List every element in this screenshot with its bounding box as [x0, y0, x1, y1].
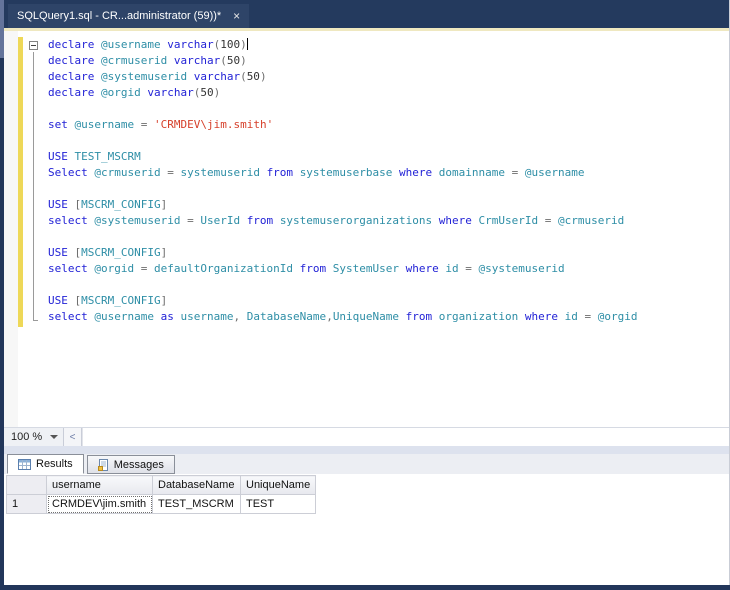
- tab-results[interactable]: Results: [7, 454, 84, 474]
- collapse-region-icon[interactable]: [29, 41, 38, 50]
- outline-guide-line: [33, 52, 34, 321]
- outline-guide-end: [33, 320, 38, 321]
- close-tab-icon[interactable]: ×: [233, 10, 240, 22]
- zoom-level-dropdown[interactable]: 100 %: [4, 428, 64, 446]
- code-line: select @systemuserid = UserId from syste…: [48, 214, 625, 227]
- grid-column-header[interactable]: DatabaseName: [152, 475, 241, 495]
- document-tab-title: SQLQuery1.sql - CR...administrator (59))…: [17, 10, 222, 22]
- editor-gutter: [4, 31, 18, 427]
- code-line: declare @username varchar(100): [48, 38, 248, 51]
- grid-column-header[interactable]: UniqueName: [239, 475, 317, 495]
- code-line: declare @systemuserid varchar(50): [48, 70, 267, 83]
- grid-row: 1 CRMDEV\jim.smith TEST_MSCRM TEST: [6, 494, 317, 514]
- scroll-left-button[interactable]: <: [64, 428, 82, 446]
- grid-corner-cell[interactable]: [6, 475, 47, 495]
- tab-messages[interactable]: Messages: [86, 455, 175, 474]
- tab-messages-label: Messages: [113, 458, 164, 471]
- grid-row-number[interactable]: 1: [6, 494, 47, 514]
- code-line: select @orgid = defaultOrganizationId fr…: [48, 262, 565, 275]
- window-left-border-top: [0, 0, 4, 58]
- results-grid-icon: [18, 458, 31, 470]
- sql-code-editor[interactable]: declare @username varchar(100) declare @c…: [4, 31, 729, 427]
- scroll-left-icon: <: [69, 431, 76, 443]
- grid-column-header[interactable]: username: [46, 475, 153, 495]
- messages-page-icon: [97, 458, 109, 471]
- ssms-query-window: SQLQuery1.sql - CR...administrator (59))…: [0, 0, 730, 590]
- document-tab[interactable]: SQLQuery1.sql - CR...administrator (59))…: [8, 4, 250, 28]
- code-line: USE [MSCRM_CONFIG]: [48, 294, 168, 307]
- code-line: USE TEST_MSCRM: [48, 150, 141, 163]
- code-line: declare @crmuserid varchar(50): [48, 54, 247, 67]
- chevron-down-icon: [50, 435, 59, 439]
- modified-lines-indicator: [18, 37, 23, 327]
- results-tab-strip: Results Messages: [4, 454, 729, 474]
- window-left-border: [0, 0, 4, 590]
- code-line: select @username as username, DatabaseNa…: [48, 310, 638, 323]
- code-line: declare @orgid varchar(50): [48, 86, 221, 99]
- zoom-level-value: 100 %: [11, 431, 43, 443]
- text-cursor: [246, 38, 248, 50]
- grid-cell[interactable]: CRMDEV\jim.smith: [46, 494, 153, 514]
- grid-cell[interactable]: TEST_MSCRM: [152, 494, 241, 514]
- window-bottom-border: [0, 585, 730, 590]
- grid-cell[interactable]: TEST: [239, 494, 317, 514]
- results-splitter[interactable]: [4, 446, 729, 454]
- horizontal-scrollbar[interactable]: [82, 428, 729, 446]
- code-line: USE [MSCRM_CONFIG]: [48, 246, 168, 259]
- document-tab-bar: SQLQuery1.sql - CR...administrator (59))…: [0, 0, 730, 28]
- results-grid: username DatabaseName UniqueName 1 CRMDEV\ji…: [6, 475, 317, 514]
- code-line: set @username = 'CRMDEV\jim.smith': [48, 118, 274, 131]
- tab-results-label: Results: [36, 458, 73, 470]
- code-line: Select @crmuserid = systemuserid from sy…: [48, 166, 585, 179]
- code-line: USE [MSCRM_CONFIG]: [48, 198, 168, 211]
- code-text: declare @username varchar(100) declare @c…: [48, 37, 638, 325]
- results-panel: Results Messages username DatabaseName Uni…: [4, 454, 729, 585]
- editor-statusbar: 100 % <: [4, 427, 729, 446]
